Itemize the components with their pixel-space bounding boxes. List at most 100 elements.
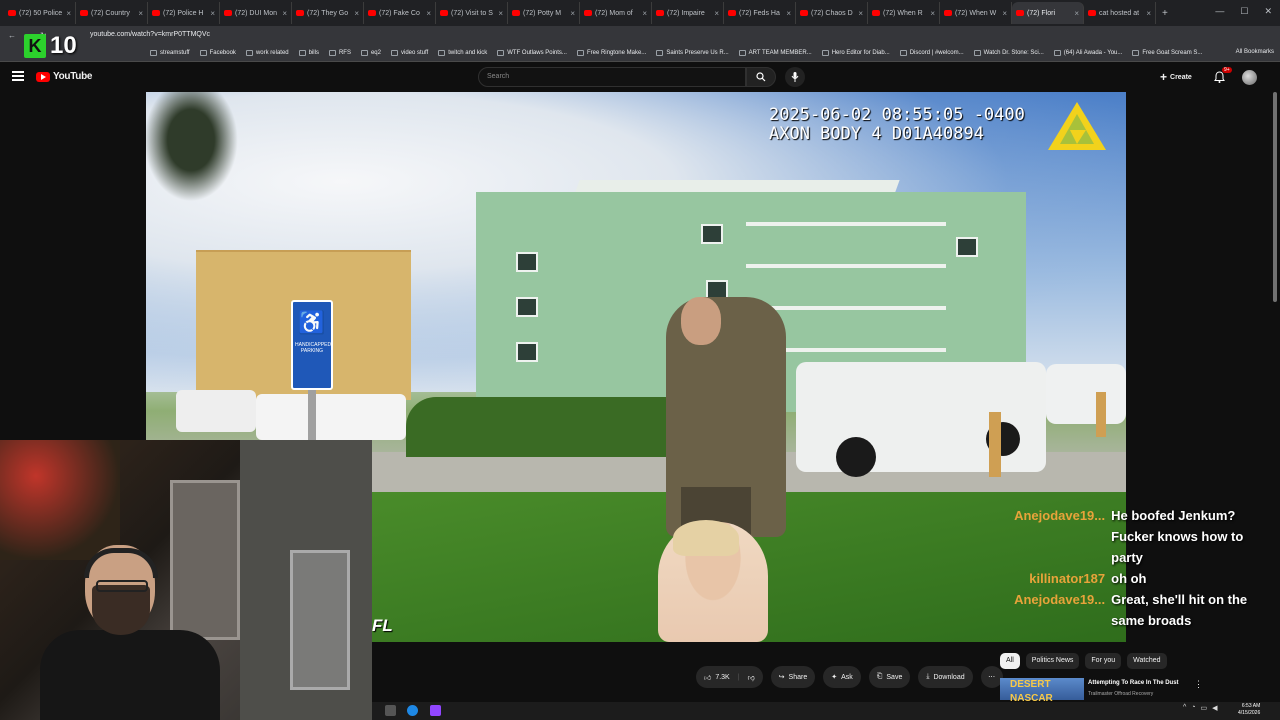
back-icon[interactable]: ← [8,31,16,40]
close-tab-icon[interactable]: × [282,9,287,18]
bookmark-item[interactable]: RFS [328,49,351,56]
account-avatar[interactable] [1242,70,1257,85]
bookmark-item[interactable]: ART TEAM MEMBER... [738,49,812,56]
minimize-button[interactable]: — [1215,6,1224,17]
recommended-thumbnail[interactable]: DESERT NASCAR [1000,678,1084,704]
close-tab-icon[interactable]: × [930,9,935,18]
browser-tab[interactable]: (72) Chaos D × [796,2,868,24]
tab-label: (72) 50 Police [19,9,63,17]
close-tab-icon[interactable]: × [858,9,863,18]
chevron-up-icon[interactable]: ^ [1183,704,1186,712]
recommended-title[interactable]: Attempting To Race In The Dust [1088,680,1179,686]
filter-chip[interactable]: For you [1085,653,1122,669]
bookmark-item[interactable]: eq2 [360,49,381,56]
close-tab-icon[interactable]: × [66,9,71,18]
close-tab-icon[interactable]: × [786,9,791,18]
browser-tab[interactable]: (72) Fake Co × [364,2,436,24]
chat-overlay: Anejodave19... He boofed Jenkum? Fucker kn… [990,505,1260,631]
browser-tab[interactable]: (72) Potty M × [508,2,580,24]
youtube-logo[interactable]: YouTube [36,71,93,82]
browser-tab[interactable]: (72) When R × [868,2,940,24]
save-button[interactable]: ⎗ Save [868,666,911,688]
close-tab-icon[interactable]: × [426,9,431,18]
taskbar-clock[interactable]: 6:53 AM 4/15/2026 [1238,703,1260,717]
like-button[interactable]: 👍︎ 7.3K | 👎︎ [696,666,763,688]
network-icon[interactable]: ▭ [1201,704,1208,712]
bookmark-item[interactable]: bills [298,49,319,56]
bookmark-item[interactable]: work related [245,49,289,56]
browser-tab[interactable]: (72) Impaire × [652,2,724,24]
deputy-head [681,297,721,345]
bookmark-label: Free Ringtone Make... [586,49,647,56]
browser-tab[interactable]: (72) Visit to S × [436,2,508,24]
settings-taskbar-icon[interactable] [385,705,396,716]
tab-label: (72) When W [955,9,997,17]
bookmark-item[interactable]: Discord | #welcom... [899,49,964,56]
ask-button[interactable]: ✦ Ask [823,666,861,688]
volume-icon[interactable]: ◀ [1212,704,1217,712]
close-tab-icon[interactable]: × [642,9,647,18]
all-bookmarks[interactable]: All Bookmarks [1236,49,1274,55]
close-tab-icon[interactable]: × [138,9,143,18]
download-button[interactable]: ⤓ Download [918,666,973,688]
close-tab-icon[interactable]: × [714,9,719,18]
bookmark-item[interactable]: Saints Preserve Us R... [656,49,729,56]
wifi-icon[interactable]: ◔ [1191,704,1195,712]
close-tab-icon[interactable]: × [210,9,215,18]
browser-tab[interactable]: (72) Police H × [148,2,220,24]
browser-tab[interactable]: (72) 50 Police × [4,2,76,24]
close-tab-icon[interactable]: × [570,9,575,18]
filter-chip[interactable]: All [1000,653,1020,669]
share-button[interactable]: ↪ Share [770,666,816,688]
close-tab-icon[interactable]: × [1074,9,1079,18]
close-tab-icon[interactable]: × [1002,9,1007,18]
bookmark-item[interactable]: Facebook [199,49,236,56]
search-button[interactable] [746,67,776,87]
edge-taskbar-icon[interactable] [407,705,418,716]
create-button[interactable]: + Create [1160,69,1192,85]
maximize-button[interactable]: ☐ [1240,6,1248,17]
recommendation-chips: All Politics News For you Watched [1000,653,1167,669]
page-scrollbar[interactable] [1273,92,1277,302]
chat-username [990,526,1105,568]
browser-tab[interactable]: (72) Mom of × [580,2,652,24]
bookmark-item[interactable]: streamstuff [150,49,190,56]
browser-tab[interactable]: (72) Country × [76,2,148,24]
youtube-favicon-icon [872,10,880,16]
tab-label: (72) Police H [163,9,204,17]
bookmark-item[interactable]: twitch and kick [438,49,487,56]
filter-chip[interactable]: Politics News [1025,653,1080,669]
browser-tab[interactable]: (72) Flori × [1012,2,1084,24]
url-field[interactable]: youtube.com/watch?v=kmrP0TTMQVc [90,28,1090,42]
recommended-menu-icon[interactable]: ⋮ [1194,679,1203,690]
recommended-video[interactable]: DESERT NASCAR Attempting To Race In The … [1000,678,1270,704]
browser-tab[interactable]: (72) DUI Mon × [220,2,292,24]
thumbs-down-icon[interactable]: 👎︎ [748,673,755,682]
browser-tab[interactable]: cat hosted at × [1084,2,1156,24]
bookmark-icon [497,49,505,56]
hamburger-menu-icon[interactable] [12,71,24,81]
browser-tab[interactable]: (72) They Go × [292,2,364,24]
close-tab-icon[interactable]: × [1146,9,1151,18]
close-window-button[interactable]: ✕ [1264,6,1272,17]
bookmark-item[interactable]: video stuff [390,49,428,56]
clock-date: 4/15/2026 [1238,710,1261,716]
youtube-favicon-icon [368,10,376,16]
bookmark-item[interactable]: Free Ringtone Make... [576,49,647,56]
filter-chip[interactable]: Watched [1127,653,1167,669]
close-tab-icon[interactable]: × [354,9,359,18]
bookmark-item[interactable]: Hero Editor for Diab... [821,49,890,56]
bookmark-item[interactable]: (64) Ali Awada - You... [1053,49,1122,56]
browser-tab[interactable]: (72) Feds Ha × [724,2,796,24]
new-tab-button[interactable]: + [1162,8,1168,19]
close-tab-icon[interactable]: × [498,9,503,18]
bookmark-item[interactable]: Watch Dr. Stone: Sci... [973,49,1044,56]
bookmark-item[interactable]: Free Goat Scream S... [1132,49,1202,56]
browser-tab[interactable]: (72) When W × [940,2,1012,24]
search-input[interactable]: Search [478,67,746,87]
bookmark-item[interactable]: WTF Outlaws Points... [497,49,567,56]
obs-taskbar-icon[interactable] [430,705,441,716]
voice-search-button[interactable] [785,67,805,87]
recommended-channel[interactable]: Trailmaster Offroad Recovery [1088,691,1153,697]
tab-label: (72) When R [883,9,923,17]
